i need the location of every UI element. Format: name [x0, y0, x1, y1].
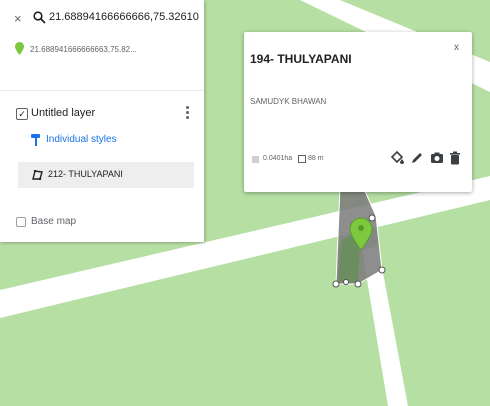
length-icon	[298, 155, 306, 163]
side-panel: × 21.68894166666666,75.326106... 21.6889…	[0, 0, 204, 242]
layer-name[interactable]: Untitled layer	[31, 107, 95, 119]
polygon-icon	[32, 170, 43, 180]
individual-styles-link[interactable]: Individual styles	[46, 134, 117, 145]
search-row: × 21.68894166666666,75.326106...	[0, 0, 204, 36]
close-icon[interactable]: x	[454, 42, 459, 53]
close-icon[interactable]: ×	[14, 11, 22, 26]
vertex-handle	[378, 266, 386, 274]
feature-title: 194- THULYAPANI	[250, 52, 352, 66]
more-vert-icon[interactable]	[184, 104, 190, 122]
vertex-handle	[332, 280, 340, 288]
feature-actions	[389, 150, 464, 166]
fill-bucket-icon[interactable]	[389, 150, 405, 166]
basemap-toggle[interactable]	[16, 217, 26, 227]
search-query[interactable]: 21.68894166666666,75.326106...	[49, 11, 199, 23]
paint-roller-icon	[31, 134, 40, 146]
search-result[interactable]: 21.688941666666663,75.82...	[30, 45, 200, 54]
area-icon	[252, 156, 259, 163]
camera-icon[interactable]	[429, 150, 445, 166]
layer-checkbox[interactable]: ✓	[16, 108, 28, 120]
basemap-row[interactable]: Base map	[0, 212, 204, 232]
map-pin-icon	[15, 42, 24, 55]
feature-area: 0.0401ha	[263, 155, 293, 162]
feature-name: 212- THULYAPANI	[48, 169, 123, 179]
basemap-label: Base map	[31, 216, 77, 227]
feature-info-card: x 194- THULYAPANI SAMUDYK BHAWAN 0.0401h…	[244, 32, 472, 192]
feature-length: 88 m	[308, 155, 324, 162]
vertex-handle	[354, 280, 362, 288]
trash-icon[interactable]	[447, 150, 463, 166]
feature-description: SAMUDYK BHAWAN	[250, 97, 327, 106]
feature-list-item[interactable]: 212- THULYAPANI	[18, 162, 194, 188]
pencil-icon[interactable]	[409, 150, 425, 166]
search-icon[interactable]	[33, 11, 46, 24]
divider	[0, 90, 204, 91]
vertex-handle	[368, 214, 376, 222]
vertex-handle	[343, 279, 349, 285]
